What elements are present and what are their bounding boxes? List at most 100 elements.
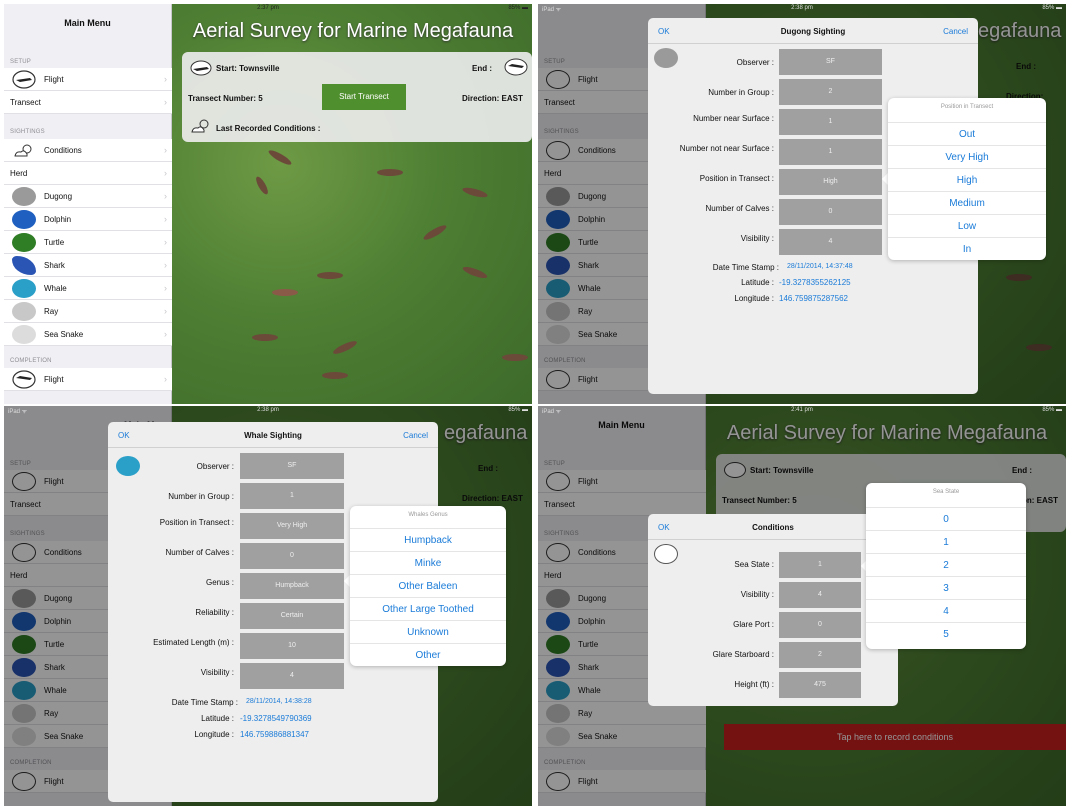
glare-starboard-label: Glare Starboard :: [712, 650, 774, 659]
near-surface-field[interactable]: 1: [779, 109, 882, 135]
chevron-right-icon: ›: [164, 74, 167, 84]
menu-title: Main Menu: [64, 18, 111, 28]
sea-state-field[interactable]: 1: [779, 552, 861, 578]
longitude-label: Longitude :: [194, 730, 234, 739]
option-3[interactable]: 3: [866, 576, 1026, 599]
observer-label: Observer :: [196, 462, 234, 471]
modal-header: OK Dugong Sighting Cancel: [648, 18, 978, 44]
plane-icon: [12, 70, 36, 89]
length-label: Estimated Length (m) :: [153, 638, 234, 647]
latitude-value: -19.3278355262125: [779, 278, 851, 287]
group-size-label: Number in Group :: [708, 88, 774, 97]
chevron-right-icon: ›: [164, 283, 167, 293]
position-field[interactable]: High: [779, 169, 882, 195]
length-field[interactable]: 10: [240, 633, 344, 659]
sidebar-item-dolphin[interactable]: Dolphin ›: [4, 208, 172, 231]
option-very-high[interactable]: Very High: [888, 145, 1046, 168]
longitude-value: 146.759886881347: [240, 730, 309, 739]
chevron-right-icon: ›: [164, 168, 167, 178]
transect-number: Transect Number: 5: [188, 94, 263, 103]
position-field[interactable]: Very High: [240, 513, 344, 539]
sidebar-item-flight[interactable]: Flight ›: [4, 68, 172, 91]
battery-indicator: 85% ▬: [1042, 5, 1062, 11]
option-1[interactable]: 1: [866, 530, 1026, 553]
clock: 2:38 pm: [257, 407, 279, 413]
genus-field[interactable]: Humpback: [240, 573, 344, 599]
observer-field[interactable]: SF: [779, 49, 882, 75]
chevron-right-icon: ›: [164, 374, 167, 384]
genus-label: Genus :: [205, 578, 234, 587]
visibility-field[interactable]: 4: [779, 229, 882, 255]
group-size-field[interactable]: 1: [240, 483, 344, 509]
latitude-label: Latitude :: [201, 714, 234, 723]
visibility-field[interactable]: 4: [779, 582, 861, 608]
option-in[interactable]: In: [888, 237, 1046, 260]
calves-label: Number of Calves :: [165, 548, 234, 557]
glare-port-field[interactable]: 0: [779, 612, 861, 638]
sidebar-item-turtle[interactable]: Turtle ›: [4, 231, 172, 254]
option-out[interactable]: Out: [888, 122, 1046, 145]
option-2[interactable]: 2: [866, 553, 1026, 576]
sidebar-item-whale[interactable]: Whale ›: [4, 277, 172, 300]
plane-icon[interactable]: [504, 58, 528, 76]
option-other-large-toothed[interactable]: Other Large Toothed: [350, 597, 506, 620]
start-transect-button[interactable]: Start Transect: [322, 84, 406, 110]
option-other[interactable]: Other: [350, 643, 506, 666]
battery-indicator: 85% ▬: [508, 407, 528, 413]
visibility-label: Visibility :: [200, 668, 234, 677]
chevron-right-icon: ›: [164, 214, 167, 224]
sea-state-label: Sea State :: [734, 560, 774, 569]
option-low[interactable]: Low: [888, 214, 1046, 237]
latitude-label: Latitude :: [741, 278, 774, 287]
cancel-button[interactable]: Cancel: [403, 431, 428, 440]
option-other-baleen[interactable]: Other Baleen: [350, 574, 506, 597]
chevron-right-icon: ›: [164, 260, 167, 270]
visibility-field[interactable]: 4: [240, 663, 344, 689]
section-sightings: SIGHTINGS: [10, 129, 45, 135]
sidebar-item-sea-snake[interactable]: Sea Snake ›: [4, 323, 172, 346]
panel-dugong-sighting: Main Men SETUP Flight Transect SIGHTINGS…: [538, 4, 1066, 404]
status-bar: iPad ᯤ 2:38 pm 85% ▬: [538, 4, 1066, 13]
section-setup: SETUP: [10, 59, 32, 65]
genus-popover: Whales Genus Humpback Minke Other Baleen…: [350, 506, 506, 666]
clock: 2:41 pm: [791, 407, 813, 413]
option-5[interactable]: 5: [866, 622, 1026, 645]
sidebar-item-shark[interactable]: Shark ›: [4, 254, 172, 277]
calves-field[interactable]: 0: [240, 543, 344, 569]
calves-field[interactable]: 0: [779, 199, 882, 225]
glare-starboard-field[interactable]: 2: [779, 642, 861, 668]
chevron-right-icon: ›: [164, 329, 167, 339]
modal-title: Whale Sighting: [244, 431, 302, 440]
option-minke[interactable]: Minke: [350, 551, 506, 574]
option-medium[interactable]: Medium: [888, 191, 1046, 214]
height-field[interactable]: 475: [779, 672, 861, 698]
sun-cloud-icon: [14, 144, 32, 157]
not-near-surface-field[interactable]: 1: [779, 139, 882, 165]
sidebar-item-herd[interactable]: Herd ›: [4, 162, 172, 185]
dugong-shape: [266, 147, 294, 168]
near-surface-label: Number near Surface :: [693, 114, 774, 123]
dolphin-icon: [12, 210, 36, 229]
option-humpback[interactable]: Humpback: [350, 528, 506, 551]
sidebar-item-ray[interactable]: Ray ›: [4, 300, 172, 323]
glare-port-label: Glare Port :: [733, 620, 774, 629]
sidebar-item-transect[interactable]: Transect ›: [4, 91, 172, 114]
sidebar-item-conditions[interactable]: Conditions ›: [4, 139, 172, 162]
dugong-shape: [377, 169, 403, 176]
turtle-icon: [12, 233, 36, 252]
option-unknown[interactable]: Unknown: [350, 620, 506, 643]
group-size-field[interactable]: 2: [779, 79, 882, 105]
option-0[interactable]: 0: [866, 507, 1026, 530]
reliability-field[interactable]: Certain: [240, 603, 344, 629]
sidebar-item-dugong[interactable]: Dugong ›: [4, 185, 172, 208]
option-high[interactable]: High: [888, 168, 1046, 191]
popover-title: Sea State: [932, 489, 960, 495]
cancel-button[interactable]: Cancel: [943, 27, 968, 36]
sun-cloud-icon: [191, 119, 209, 133]
sidebar: Main Menu SETUP Flight › Transect › SIGHTI…: [4, 4, 172, 404]
sidebar-item-flight-completion[interactable]: Flight ›: [4, 368, 172, 391]
observer-field[interactable]: SF: [240, 453, 344, 479]
option-4[interactable]: 4: [866, 599, 1026, 622]
dugong-shape: [331, 338, 359, 357]
plane-icon: [12, 370, 36, 389]
